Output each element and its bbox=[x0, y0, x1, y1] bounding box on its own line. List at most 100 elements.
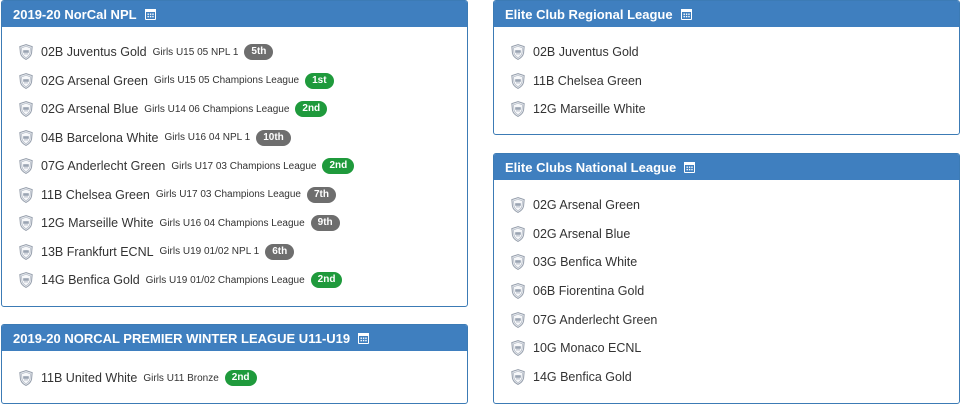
panel-header: Elite Clubs National League bbox=[494, 154, 959, 180]
club-crest-icon bbox=[19, 101, 33, 118]
division-label: Girls U11 Bronze bbox=[143, 372, 219, 384]
panel-norcal-npl: 2019-20 NorCal NPL 02B Juventus Gold Girl… bbox=[1, 0, 468, 307]
division-label: Girls U16 04 NPL 1 bbox=[164, 132, 251, 144]
club-crest-icon bbox=[19, 186, 33, 203]
panel-title[interactable]: 2019-20 NORCAL PREMIER WINTER LEAGUE U11… bbox=[13, 331, 350, 346]
team-name[interactable]: 04B Barcelona White bbox=[41, 131, 158, 145]
team-list: 02B Juventus Gold 11B Chelsea Green 12G … bbox=[494, 27, 959, 124]
division-label: Girls U15 05 NPL 1 bbox=[152, 46, 239, 58]
panel-winter-league: 2019-20 NORCAL PREMIER WINTER LEAGUE U11… bbox=[1, 324, 468, 404]
list-item[interactable]: 02G Arsenal Green Girls U15 05 Champions … bbox=[19, 67, 467, 96]
place-badge: 2nd bbox=[224, 370, 257, 387]
club-crest-icon bbox=[511, 254, 525, 271]
team-list: 02B Juventus Gold Girls U15 05 NPL 1 5th 0… bbox=[2, 27, 467, 295]
team-name[interactable]: 10G Monaco ECNL bbox=[533, 341, 641, 355]
list-item[interactable]: 14G Benfica Gold Girls U19 01/02 Champion… bbox=[19, 266, 467, 295]
list-item[interactable]: 12G Marseille White bbox=[511, 95, 959, 124]
team-name[interactable]: 02G Arsenal Blue bbox=[533, 227, 630, 241]
club-crest-icon bbox=[511, 311, 525, 328]
calendar-icon[interactable] bbox=[358, 332, 370, 344]
team-name[interactable]: 02G Arsenal Blue bbox=[41, 102, 138, 116]
club-crest-icon bbox=[511, 226, 525, 242]
team-name[interactable]: 06B Fiorentina Gold bbox=[533, 284, 644, 298]
calendar-icon[interactable] bbox=[144, 8, 156, 20]
team-name[interactable]: 07G Anderlecht Green bbox=[533, 313, 657, 327]
panel-header: Elite Club Regional League bbox=[494, 1, 959, 27]
calendar-icon[interactable] bbox=[684, 161, 696, 173]
list-item[interactable]: 11B Chelsea Green Girls U17 03 Champions … bbox=[19, 181, 467, 210]
list-item[interactable]: 02B Juventus Gold Girls U15 05 NPL 1 5th bbox=[19, 38, 467, 67]
club-crest-icon bbox=[511, 368, 525, 385]
team-name[interactable]: 07G Anderlecht Green bbox=[41, 159, 165, 173]
list-item[interactable]: 14G Benfica Gold bbox=[511, 363, 959, 392]
team-name[interactable]: 11B Chelsea Green bbox=[41, 188, 150, 202]
list-item[interactable]: 04B Barcelona White Girls U16 04 NPL 1 10t… bbox=[19, 124, 467, 153]
place-badge: 2nd bbox=[295, 101, 328, 118]
list-item[interactable]: 06B Fiorentina Gold bbox=[511, 277, 959, 306]
club-crest-icon bbox=[511, 197, 525, 214]
list-item[interactable]: 02G Arsenal Blue bbox=[511, 220, 959, 249]
team-list: 11B United White Girls U11 Bronze 2nd bbox=[2, 351, 467, 393]
team-name[interactable]: 11B Chelsea Green bbox=[533, 74, 642, 88]
team-name[interactable]: 14G Benfica Gold bbox=[533, 370, 632, 384]
division-label: Girls U17 03 Champions League bbox=[155, 189, 301, 201]
team-name[interactable]: 02B Juventus Gold bbox=[533, 45, 639, 59]
place-badge: 9th bbox=[310, 215, 340, 232]
list-item[interactable]: 13B Frankfurt ECNL Girls U19 01/02 NPL 1 6… bbox=[19, 238, 467, 267]
division-label: Girls U16 04 Champions League bbox=[159, 217, 305, 229]
club-crest-icon bbox=[511, 44, 525, 61]
list-item[interactable]: 02G Arsenal Green bbox=[511, 191, 959, 220]
team-name[interactable]: 03G Benfica White bbox=[533, 255, 637, 269]
division-label: Girls U17 03 Champions League bbox=[171, 160, 317, 172]
team-list: 02G Arsenal Green 02G Arsenal Blue 03G B… bbox=[494, 180, 959, 391]
place-badge: 5th bbox=[244, 44, 274, 61]
club-crest-icon bbox=[511, 283, 525, 299]
place-badge: 2nd bbox=[322, 158, 355, 175]
club-crest-icon bbox=[511, 340, 525, 357]
panel-header: 2019-20 NORCAL PREMIER WINTER LEAGUE U11… bbox=[2, 325, 467, 351]
panel-title[interactable]: 2019-20 NorCal NPL bbox=[13, 7, 137, 22]
team-name[interactable]: 11B United White bbox=[41, 371, 137, 385]
list-item[interactable]: 07G Anderlecht Green Girls U17 03 Champio… bbox=[19, 152, 467, 181]
team-name[interactable]: 02G Arsenal Green bbox=[533, 198, 640, 212]
club-crest-icon bbox=[19, 44, 33, 61]
panel-title[interactable]: Elite Clubs National League bbox=[505, 160, 676, 175]
list-item[interactable]: 10G Monaco ECNL bbox=[511, 334, 959, 363]
list-item[interactable]: 07G Anderlecht Green bbox=[511, 305, 959, 334]
division-label: Girls U15 05 Champions League bbox=[154, 75, 300, 87]
club-crest-icon bbox=[511, 101, 525, 118]
place-badge: 6th bbox=[265, 243, 295, 260]
list-item[interactable]: 12G Marseille White Girls U16 04 Champion… bbox=[19, 209, 467, 238]
club-crest-icon bbox=[19, 129, 33, 146]
club-crest-icon bbox=[19, 243, 33, 260]
team-name[interactable]: 14G Benfica Gold bbox=[41, 273, 140, 287]
team-name[interactable]: 12G Marseille White bbox=[533, 102, 646, 116]
club-crest-icon bbox=[511, 72, 525, 89]
team-name[interactable]: 13B Frankfurt ECNL bbox=[41, 245, 154, 259]
club-crest-icon bbox=[19, 272, 33, 289]
list-item[interactable]: 02B Juventus Gold bbox=[511, 38, 959, 67]
list-item[interactable]: 03G Benfica White bbox=[511, 248, 959, 277]
panel-title[interactable]: Elite Club Regional League bbox=[505, 7, 673, 22]
place-badge: 2nd bbox=[310, 272, 343, 289]
division-label: Girls U14 06 Champions League bbox=[144, 103, 290, 115]
division-label: Girls U19 01/02 NPL 1 bbox=[159, 246, 260, 258]
panel-header: 2019-20 NorCal NPL bbox=[2, 1, 467, 27]
team-name[interactable]: 02G Arsenal Green bbox=[41, 74, 148, 88]
list-item[interactable]: 11B Chelsea Green bbox=[511, 67, 959, 96]
club-crest-icon bbox=[19, 72, 33, 89]
club-crest-icon bbox=[19, 370, 33, 387]
panel-regional-league: Elite Club Regional League 02B Juventus … bbox=[493, 0, 960, 135]
list-item[interactable]: 11B United White Girls U11 Bronze 2nd bbox=[19, 364, 467, 393]
place-badge: 7th bbox=[306, 186, 336, 203]
place-badge: 1st bbox=[305, 72, 334, 89]
team-name[interactable]: 02B Juventus Gold bbox=[41, 45, 147, 59]
panel-national-league: Elite Clubs National League 02G Arsenal … bbox=[493, 153, 960, 404]
calendar-icon[interactable] bbox=[680, 8, 692, 20]
division-label: Girls U19 01/02 Champions League bbox=[145, 274, 305, 286]
place-badge: 10th bbox=[256, 129, 291, 146]
club-crest-icon bbox=[19, 215, 33, 232]
club-crest-icon bbox=[19, 158, 33, 175]
team-name[interactable]: 12G Marseille White bbox=[41, 216, 154, 230]
list-item[interactable]: 02G Arsenal Blue Girls U14 06 Champions L… bbox=[19, 95, 467, 124]
